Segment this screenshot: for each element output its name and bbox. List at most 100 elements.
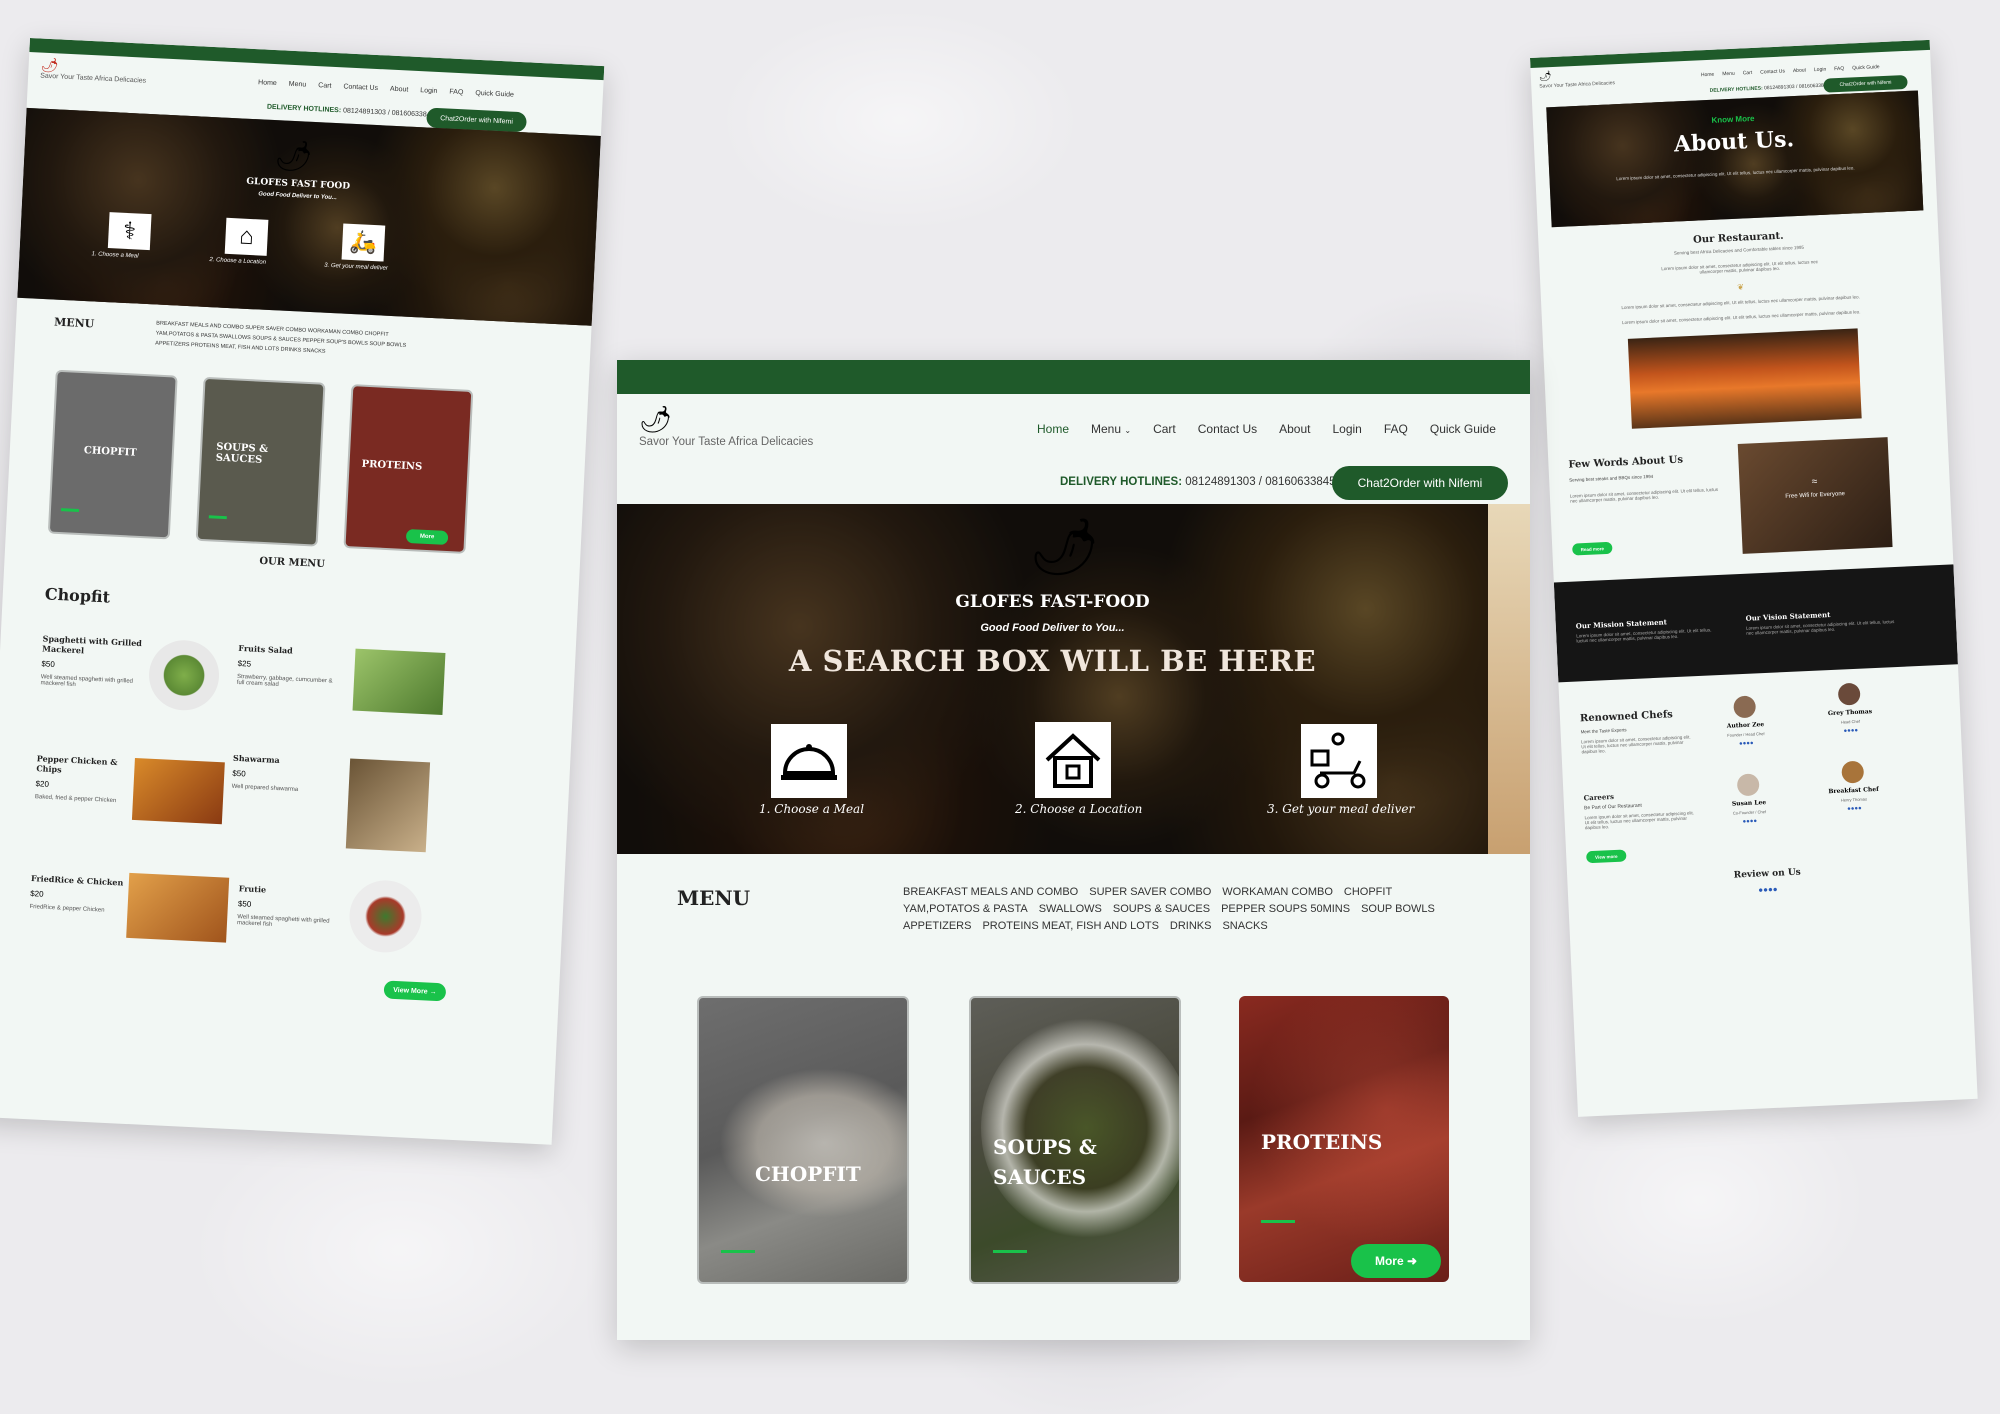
menu-link[interactable]: YAM,POTATOS & PASTA	[903, 901, 1028, 918]
nav-cart[interactable]: Cart	[1153, 422, 1176, 436]
nav-contact[interactable]: Contact Us	[343, 83, 378, 92]
menu-link[interactable]: APPETIZERS	[155, 340, 189, 348]
hotline-numbers: 08124891303 / 08160633845	[342, 107, 435, 119]
card-soups[interactable]: SOUPS & SAUCES	[195, 376, 326, 547]
menu-item[interactable]: Frutie $50 Well steamed spaghetti with g…	[237, 883, 339, 931]
menu-link[interactable]: PEPPER SOUPS 50MINS	[1221, 901, 1350, 918]
food-photo	[345, 758, 431, 853]
nav-login[interactable]: Login	[1814, 67, 1826, 74]
card-underline	[60, 508, 80, 512]
mission-vision: Our Mission Statement Lorem ipsum dolor …	[1553, 564, 1958, 683]
menu-link[interactable]: DRINKS	[1170, 918, 1212, 935]
nav-home[interactable]: Home	[258, 79, 277, 87]
meal-cloche-icon: ⚕	[107, 212, 152, 251]
chili-logo-icon: 🌶	[639, 404, 673, 434]
menu-link[interactable]: SWALLOWS	[219, 334, 251, 342]
more-button[interactable]: More	[405, 528, 449, 546]
nav-bar: Home Menu Cart Contact Us About Login FA…	[1701, 64, 1880, 78]
nav-faq[interactable]: FAQ	[1834, 66, 1844, 72]
menu-link[interactable]: WORKAMAN COMBO	[1222, 884, 1333, 901]
nav-bar: Home Menu Cart Contact Us About Login FA…	[258, 79, 514, 98]
nav-contact[interactable]: Contact Us	[1198, 422, 1257, 436]
menu-link[interactable]: SWALLOWS	[1039, 901, 1102, 918]
nav-cart[interactable]: Cart	[318, 82, 332, 90]
hotline-label: DELIVERY HOTLINES:	[266, 103, 342, 115]
few-words-heading: Few Words About Us	[1568, 454, 1684, 471]
nav-menu[interactable]: Menu ⌄	[1091, 422, 1131, 436]
chefs-section: Renowned Chefs Meet the Taste Experts Lo…	[1558, 664, 1968, 912]
menu-link[interactable]: SOUP BOWLS	[369, 341, 406, 349]
nav-menu[interactable]: Menu	[1722, 71, 1735, 78]
view-more-button[interactable]: View More →	[383, 980, 447, 1002]
menu-link[interactable]: PROTEINS MEAT, FISH AND LOTS	[982, 918, 1158, 935]
mission-heading: Our Mission Statement	[1575, 617, 1668, 631]
menu-link[interactable]: WORKAMAN COMBO	[308, 328, 364, 337]
menu-link[interactable]: SNACKS	[303, 348, 326, 355]
nav-about[interactable]: About	[1279, 422, 1310, 436]
nav-quick-guide[interactable]: Quick Guide	[1852, 64, 1880, 71]
menu-link[interactable]: APPETIZERS	[903, 918, 971, 935]
menu-link[interactable]: SOUPS & SAUCES	[252, 335, 301, 343]
chili-logo-icon: 🌶	[1538, 71, 1552, 83]
nav-faq[interactable]: FAQ	[1384, 422, 1408, 436]
nav-home[interactable]: Home	[1037, 422, 1069, 436]
food-photo	[147, 638, 221, 712]
chat-button[interactable]: Chat2Order with Nifemi	[1332, 466, 1508, 500]
card-soups[interactable]: SOUPS & SAUCES	[969, 996, 1181, 1284]
card-underline	[208, 515, 227, 520]
menu-link[interactable]: SNACKS	[1222, 918, 1267, 935]
arrow-right-icon: →	[427, 988, 437, 996]
menu-item-price: $20	[35, 779, 50, 789]
menu-item[interactable]: Spaghetti with Grilled Mackerel $50 Well…	[40, 633, 142, 691]
menu-links: BREAKFAST MEALS AND COMBO SUPER SAVER COM…	[903, 884, 1463, 935]
chat-button[interactable]: Chat2Order with Nifemi	[1823, 74, 1908, 93]
soup-plate	[981, 1018, 1179, 1238]
menu-link[interactable]: BREAKFAST MEALS AND COMBO	[903, 884, 1078, 901]
chef-avatar	[1736, 773, 1760, 797]
nav-quick-guide[interactable]: Quick Guide	[1430, 422, 1496, 436]
house-icon: ⌂	[224, 217, 269, 256]
menu-title: MENU	[677, 886, 751, 910]
menu-item[interactable]: Shawarma $50 Well prepared shawarma	[232, 753, 334, 795]
nav-quick-guide[interactable]: Quick Guide	[475, 90, 514, 99]
nav-menu[interactable]: Menu	[289, 81, 307, 89]
menu-item[interactable]: Pepper Chicken & Chips $20 Baked, fried …	[35, 753, 127, 804]
menu-item[interactable]: FriedRice & Chicken $20 FriedRice & pepp…	[29, 873, 131, 915]
menu-link[interactable]: SUPER SAVER COMBO	[1089, 884, 1211, 901]
card-chopfit[interactable]: CHOPFIT	[697, 996, 909, 1284]
food-photo	[352, 648, 446, 715]
menu-item-name: FriedRice & Chicken	[30, 873, 124, 888]
nav-faq[interactable]: FAQ	[449, 89, 463, 97]
menu-link[interactable]: PROTEINS MEAT, FISH AND LOTS	[191, 342, 279, 352]
wifi-label: Free Wifi for Everyone	[1785, 491, 1846, 500]
menu-item[interactable]: Fruits Salad $25 Strawberry, gabbage, cu…	[237, 643, 339, 691]
menu-link[interactable]: CHOPFIT	[1344, 884, 1392, 901]
nav-about[interactable]: About	[1793, 67, 1806, 74]
more-button[interactable]: More ➜	[1351, 1244, 1441, 1278]
center-mockup: 🌶 Savor Your Taste Africa Delicacies Hom…	[617, 360, 1530, 1340]
view-more-button[interactable]: View more	[1586, 849, 1627, 864]
left-mockup: 🌶 Savor Your Taste Africa Delicacies Hom…	[0, 38, 605, 1145]
card-chopfit[interactable]: CHOPFIT	[47, 369, 178, 540]
card-proteins[interactable]: PROTEINS More ➜	[1239, 996, 1449, 1282]
menu-link[interactable]: SOUP BOWLS	[1361, 901, 1435, 918]
nav-login[interactable]: Login	[1332, 422, 1361, 436]
wifi-icon: ≈	[1811, 476, 1818, 488]
nav-home[interactable]: Home	[1701, 72, 1715, 79]
delivery-scooter-icon	[1301, 724, 1377, 798]
step-3: 3. Get your meal deliver	[1267, 802, 1415, 816]
nav-cart[interactable]: Cart	[1743, 70, 1753, 76]
read-more-button[interactable]: Read more	[1572, 541, 1613, 556]
menu-link[interactable]: DRINKS	[280, 347, 301, 354]
delivery-scooter-icon: 🛵	[341, 223, 386, 262]
menu-item-desc: Baked, fried & pepper Chicken	[34, 794, 117, 805]
nav-contact[interactable]: Contact Us	[1760, 68, 1785, 75]
card-proteins[interactable]: PROTEINS More	[343, 384, 474, 554]
search-box-placeholder[interactable]: A SEARCH BOX WILL BE HERE	[617, 644, 1488, 678]
top-bar	[617, 360, 1530, 394]
menu-link[interactable]: CHOPFIT	[364, 331, 388, 338]
nav-login[interactable]: Login	[420, 87, 437, 95]
nav-about[interactable]: About	[390, 86, 409, 94]
chef-role: Head Chef	[1840, 718, 1861, 725]
menu-link[interactable]: SOUPS & SAUCES	[1113, 901, 1210, 918]
